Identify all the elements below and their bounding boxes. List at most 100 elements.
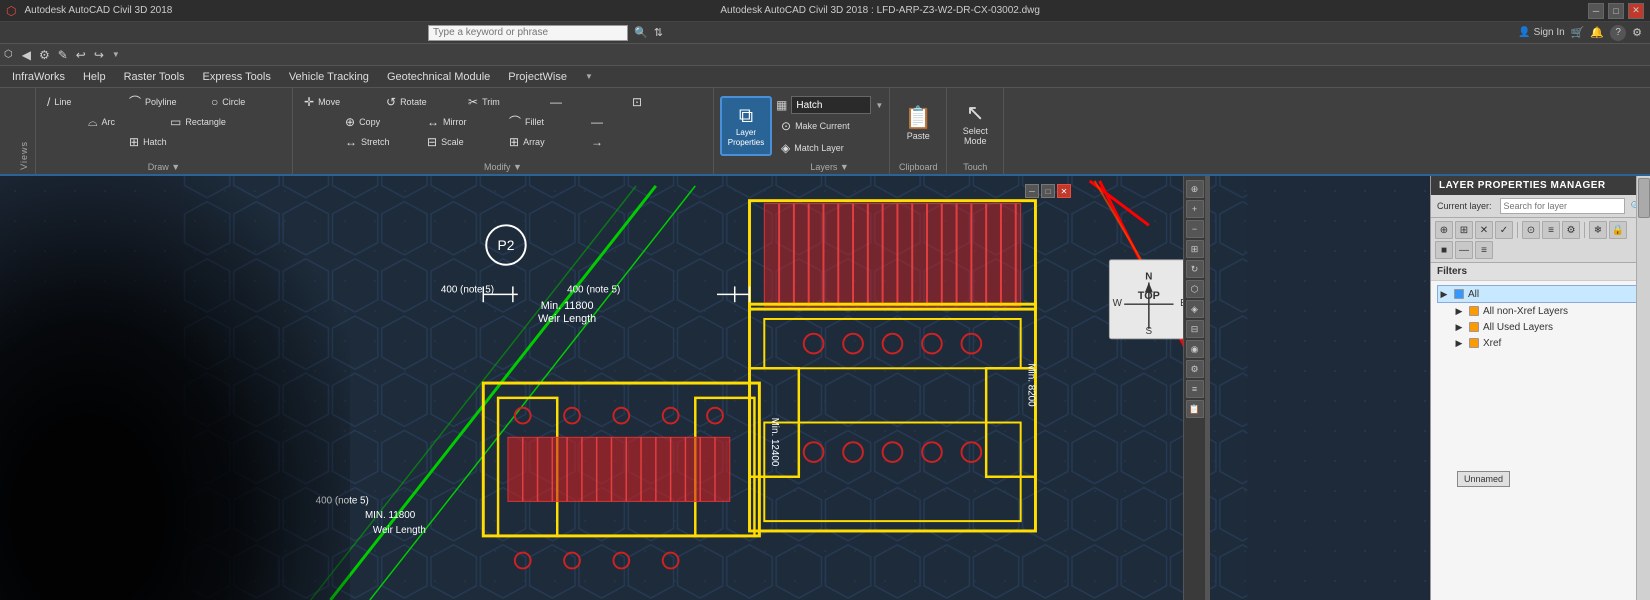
main-area: P2 400 (note 5) 400 (note 5) Min. 11800 … (0, 176, 1650, 600)
array-button[interactable]: ⊞ Array (504, 132, 584, 152)
ribbon-group-draw: / Line ⌒ Polyline ○ Circle ⌓ Arc ▭ Recta… (36, 88, 293, 174)
fillet-button[interactable]: ⌒ Fillet (504, 112, 584, 132)
filter-non-xref-label: All non-Xref Layers (1483, 306, 1568, 317)
menu-express-tools[interactable]: Express Tools (195, 69, 279, 85)
make-current-label: Make Current (795, 121, 850, 131)
restore-button[interactable]: □ (1608, 3, 1624, 19)
zoom-extent-btn[interactable]: ⊞ (1186, 240, 1204, 258)
stretch-button[interactable]: ↔ Stretch (340, 132, 420, 152)
layer-settings-btn[interactable]: ⚙ (1562, 221, 1580, 239)
rectangle-button[interactable]: ▭ Rectangle (165, 112, 245, 132)
render-btn[interactable]: ◈ (1186, 300, 1204, 318)
filter-xref[interactable]: ▶ Xref (1437, 335, 1644, 351)
make-current-button[interactable]: ⊙ Make Current (776, 116, 866, 136)
svg-text:Weir Length: Weir Length (373, 525, 426, 536)
zoom-out-btn[interactable]: − (1186, 220, 1204, 238)
array-ext-button[interactable]: → (586, 132, 666, 152)
trim-ext-button[interactable]: — (545, 92, 625, 112)
polyline-button[interactable]: ⌒ Polyline (124, 92, 204, 112)
line-button[interactable]: / Line (42, 92, 122, 112)
cad-restore-btn[interactable]: □ (1041, 184, 1055, 198)
view-cube-btn[interactable]: ⬡ (1186, 280, 1204, 298)
set-current-btn[interactable]: ✓ (1495, 221, 1513, 239)
settings-cad-btn[interactable]: ⚙ (1186, 360, 1204, 378)
search-input[interactable] (428, 25, 628, 41)
freeze-btn[interactable]: ❄ (1589, 221, 1607, 239)
layers-group-label: Layers ▼ (776, 160, 883, 172)
close-button[interactable]: ✕ (1628, 3, 1644, 19)
trim-button[interactable]: ✂ Trim (463, 92, 543, 112)
layer-properties-button[interactable]: ⧉ LayerProperties (720, 96, 772, 156)
menu-help[interactable]: Help (75, 69, 114, 85)
properties-cad-btn[interactable]: 📋 (1186, 400, 1204, 418)
pan-tool-btn[interactable]: ⊕ (1186, 180, 1204, 198)
svg-text:Weir Length: Weir Length (538, 313, 596, 325)
redo-button[interactable]: ↪ (91, 47, 107, 63)
svg-text:TOP: TOP (1138, 290, 1160, 302)
menu-geotechnical[interactable]: Geotechnical Module (379, 69, 498, 85)
ribbon-group-clipboard: 📋 Paste Clipboard (890, 88, 947, 174)
circle-button[interactable]: ○ Circle (206, 92, 286, 112)
new-layer-btn[interactable]: ⊕ (1435, 221, 1453, 239)
layer-states-btn[interactable]: ≡ (1542, 221, 1560, 239)
menu-infraworks[interactable]: InfraWorks (4, 69, 73, 85)
layer-buttons-row2: ◈ Match Layer (776, 138, 883, 158)
sign-in-button[interactable]: 👤 Sign In (1518, 27, 1565, 38)
search-for-layer-input[interactable] (1500, 198, 1625, 214)
circle-label: Circle (222, 97, 245, 107)
layers-cad-btn[interactable]: ≡ (1186, 380, 1204, 398)
trim-ext-icon: — (550, 96, 562, 108)
linetype-btn[interactable]: — (1455, 241, 1473, 259)
svg-text:N: N (1145, 272, 1152, 283)
hatch-dropdown[interactable]: ▼ (875, 101, 883, 110)
settings-qa-button[interactable]: ⚙ (36, 47, 53, 63)
filter-used-layers[interactable]: ▶ All Used Layers (1437, 319, 1644, 335)
current-layer-label: Current layer: (1437, 201, 1492, 211)
cad-close-btn[interactable]: ✕ (1057, 184, 1071, 198)
lineweight-btn[interactable]: ≡ (1475, 241, 1493, 259)
rotate-button[interactable]: ↺ Rotate (381, 92, 461, 112)
layer-panel-scrollbar[interactable] (1636, 176, 1650, 600)
chamfer-button[interactable]: — (586, 112, 666, 132)
menu-vehicle-tracking[interactable]: Vehicle Tracking (281, 69, 377, 85)
zoom-in-btn[interactable]: + (1186, 200, 1204, 218)
select-mode-button[interactable]: ↖ Select Mode (953, 92, 997, 156)
scale-button[interactable]: ⊟ Scale (422, 132, 502, 152)
new-button[interactable]: ✎ (55, 47, 71, 63)
filter-non-xref[interactable]: ▶ All non-Xref Layers (1437, 303, 1644, 319)
minimize-button[interactable]: ─ (1588, 3, 1604, 19)
panel-resize-handle[interactable] (1205, 176, 1210, 600)
orbit-btn[interactable]: ↻ (1186, 260, 1204, 278)
new-layer-vp-btn[interactable]: ⊞ (1455, 221, 1473, 239)
color-btn[interactable]: ■ (1435, 241, 1453, 259)
hatch-input[interactable] (791, 96, 871, 114)
reconcile-btn[interactable]: ⊙ (1522, 221, 1540, 239)
filter-used-icon: ▶ (1453, 321, 1465, 333)
menu-raster-tools[interactable]: Raster Tools (116, 69, 193, 85)
menu-projectwise[interactable]: ProjectWise (500, 69, 575, 85)
cad-drawing-area[interactable]: P2 400 (note 5) 400 (note 5) Min. 11800 … (0, 176, 1430, 600)
move-button[interactable]: ✛ Move (299, 92, 379, 112)
ribbon-group-layers: ⧉ LayerProperties ▦ ▼ ⊙ Make Current ◈ (714, 88, 890, 174)
quick-access-dropdown[interactable]: ▼ (109, 49, 123, 60)
undo-button[interactable]: ↩ (73, 47, 89, 63)
paste-button[interactable]: 📋 Paste (896, 92, 940, 156)
arc-button[interactable]: ⌓ Arc (83, 112, 163, 132)
break-icon: ⊡ (632, 96, 642, 108)
section-btn[interactable]: ⊟ (1186, 320, 1204, 338)
scroll-thumb[interactable] (1638, 178, 1650, 218)
hatch-pattern-icon: ▦ (776, 98, 787, 112)
lock-btn[interactable]: 🔒 (1609, 221, 1627, 239)
back-button[interactable]: ◀ (19, 47, 34, 63)
filter-all[interactable]: ▶ All (1437, 285, 1644, 303)
isolate-btn[interactable]: ◉ (1186, 340, 1204, 358)
copy-button[interactable]: ⊕ Copy (340, 112, 420, 132)
mirror-button[interactable]: ↔ Mirror (422, 112, 502, 132)
svg-text:Min. 12400: Min. 12400 (769, 418, 780, 467)
match-layer-button[interactable]: ◈ Match Layer (776, 138, 866, 158)
delete-layer-btn[interactable]: ✕ (1475, 221, 1493, 239)
cad-minimize-btn[interactable]: ─ (1025, 184, 1039, 198)
hatch-button[interactable]: ⊞ Hatch (124, 132, 204, 152)
menu-overflow[interactable]: ▼ (577, 70, 601, 83)
break-button[interactable]: ⊡ (627, 92, 707, 112)
